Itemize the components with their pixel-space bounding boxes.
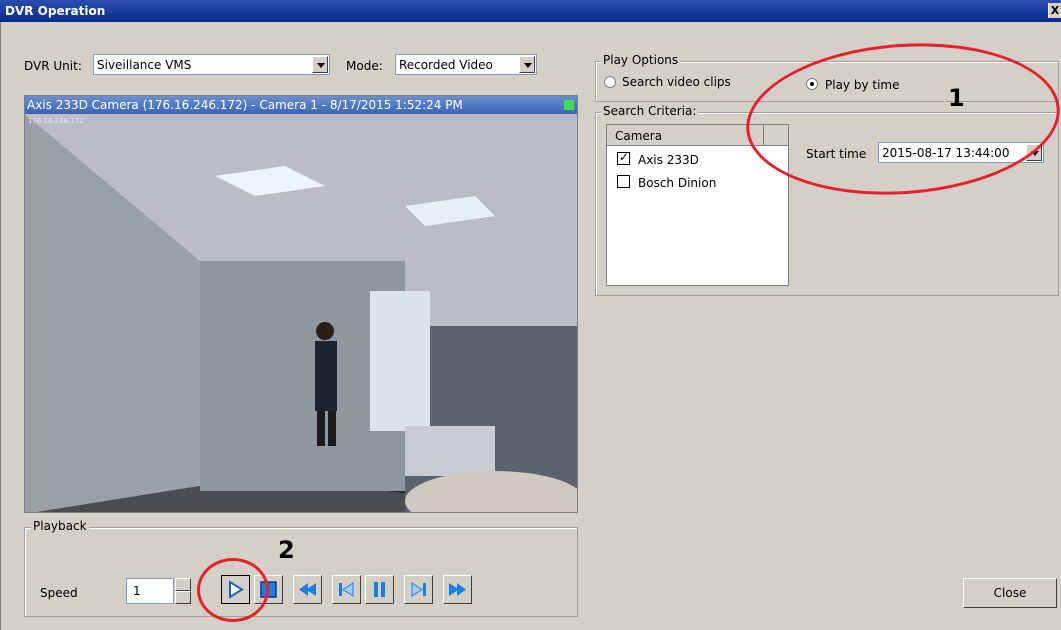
video-view[interactable]: Axis 233D Camera (176.16.246.172) - Came… [24, 95, 578, 513]
camera-frame-image [25, 114, 577, 512]
dvr-unit-select[interactable]: Siveillance VMS [93, 54, 330, 75]
annotation-circle-2 [197, 558, 269, 622]
step-forward-button[interactable] [404, 575, 433, 604]
camera-item-label: Bosch Dinion [638, 176, 717, 190]
fast-forward-icon [449, 583, 466, 596]
playback-title: Playback [31, 519, 89, 533]
window-title: DVR Operation [5, 4, 106, 18]
search-clips-label: Search video clips [622, 75, 731, 89]
speed-label: Speed [40, 586, 78, 600]
rewind-icon [299, 583, 316, 596]
speed-down-button[interactable] [175, 591, 191, 604]
speed-value: 1 [133, 584, 141, 598]
mode-value: Recorded Video [399, 58, 493, 72]
search-criteria-title: Search Criteria: [601, 104, 699, 118]
speed-input[interactable]: 1 [126, 578, 174, 604]
mode-select[interactable]: Recorded Video [395, 54, 537, 75]
dvr-unit-value: Siveillance VMS [97, 58, 192, 72]
annotation-number-1: 1 [948, 84, 965, 112]
video-caption: Axis 233D Camera (176.16.246.172) - Came… [27, 98, 463, 112]
speed-up-button[interactable] [175, 578, 191, 591]
close-button[interactable]: Close [963, 578, 1057, 608]
annotation-number-2: 2 [278, 536, 295, 564]
camera-column-header[interactable]: Camera [607, 125, 764, 146]
step-back-icon [339, 582, 354, 597]
play-options-title: Play Options [601, 53, 681, 67]
pause-button[interactable] [365, 575, 394, 604]
chevron-down-icon[interactable] [312, 56, 328, 73]
dvr-unit-label: DVR Unit: [24, 59, 82, 73]
step-forward-icon [411, 582, 426, 597]
bosch-dinion-checkbox[interactable] [617, 175, 630, 188]
video-caption-bar: Axis 233D Camera (176.16.246.172) - Came… [25, 96, 577, 114]
status-indicator-icon [564, 100, 574, 110]
camera-column-label: Camera [615, 129, 663, 143]
rewind-button[interactable] [293, 575, 322, 604]
step-back-button[interactable] [332, 575, 361, 604]
mode-label: Mode: [346, 59, 383, 73]
title-bar: DVR Operation X [0, 0, 1061, 22]
axis-233d-checkbox[interactable] [617, 150, 630, 165]
search-clips-radio[interactable] [604, 76, 616, 88]
close-window-icon[interactable]: X [1048, 3, 1061, 18]
pause-icon [374, 582, 385, 597]
video-ip-overlay: 176.16.246.172 [28, 117, 84, 125]
fast-forward-button[interactable] [443, 575, 472, 604]
camera-item-label: Axis 233D [638, 153, 699, 167]
chevron-down-icon[interactable] [519, 56, 535, 73]
